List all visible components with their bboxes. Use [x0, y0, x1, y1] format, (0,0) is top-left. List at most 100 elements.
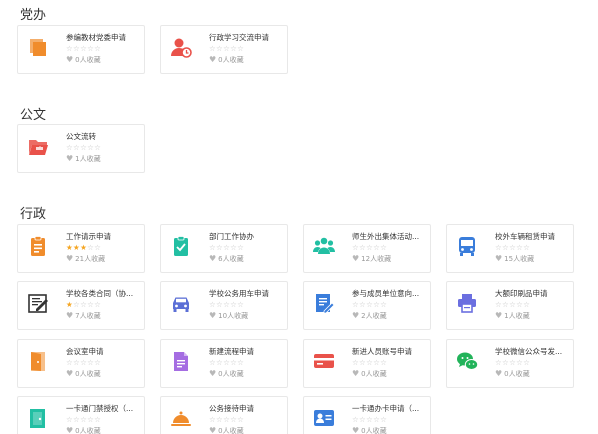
star-rating[interactable]: ★★★☆☆ — [66, 243, 101, 252]
heart-icon[interactable]: ♥ — [66, 154, 73, 163]
star-icon[interactable]: ☆ — [523, 300, 530, 309]
star-icon[interactable]: ☆ — [523, 243, 530, 252]
star-icon[interactable]: ☆ — [359, 358, 366, 367]
favorite-count[interactable]: ♥ 1人收藏 — [66, 154, 101, 164]
heart-icon[interactable]: ♥ — [352, 311, 359, 320]
star-rating[interactable]: ☆☆☆☆☆ — [352, 300, 387, 309]
star-rating[interactable]: ☆☆☆☆☆ — [495, 358, 530, 367]
star-icon[interactable]: ☆ — [73, 44, 80, 53]
star-icon[interactable]: ☆ — [216, 358, 223, 367]
star-icon[interactable]: ☆ — [502, 300, 509, 309]
star-icon[interactable]: ☆ — [216, 300, 223, 309]
star-icon[interactable]: ☆ — [359, 243, 366, 252]
star-rating[interactable]: ☆☆☆☆☆ — [209, 243, 244, 252]
star-icon[interactable]: ☆ — [216, 44, 223, 53]
star-icon[interactable]: ☆ — [94, 300, 101, 309]
star-icon[interactable]: ☆ — [73, 415, 80, 424]
star-rating[interactable]: ☆☆☆☆☆ — [66, 143, 101, 152]
star-icon[interactable]: ☆ — [66, 358, 73, 367]
star-icon[interactable]: ☆ — [495, 300, 502, 309]
heart-icon[interactable]: ♥ — [209, 55, 216, 64]
app-card[interactable]: 新进人员账号申请 ☆☆☆☆☆ ♥ 0人收藏 — [303, 339, 431, 388]
star-icon[interactable]: ☆ — [73, 358, 80, 367]
favorite-count[interactable]: ♥ 0人收藏 — [66, 369, 101, 379]
heart-icon[interactable]: ♥ — [352, 426, 359, 434]
favorite-count[interactable]: ♥ 0人收藏 — [209, 369, 244, 379]
star-icon[interactable]: ☆ — [380, 243, 387, 252]
favorite-count[interactable]: ♥ 0人收藏 — [66, 55, 101, 65]
app-card[interactable]: 部门工作协办 ☆☆☆☆☆ ♥ 6人收藏 — [160, 224, 288, 273]
favorite-count[interactable]: ♥ 0人收藏 — [66, 426, 101, 434]
app-card[interactable]: 参编教材党委申请 ☆☆☆☆☆ ♥ 0人收藏 — [17, 25, 145, 74]
star-icon[interactable]: ☆ — [94, 44, 101, 53]
heart-icon[interactable]: ♥ — [209, 426, 216, 434]
app-card[interactable]: 校外车辆租赁申请 ☆☆☆☆☆ ♥ 15人收藏 — [446, 224, 574, 273]
star-icon[interactable]: ☆ — [237, 44, 244, 53]
heart-icon[interactable]: ♥ — [66, 369, 73, 378]
star-rating[interactable]: ★☆☆☆☆ — [66, 300, 101, 309]
favorite-count[interactable]: ♥ 2人收藏 — [352, 311, 387, 321]
favorite-count[interactable]: ♥ 0人收藏 — [495, 369, 530, 379]
star-icon[interactable]: ☆ — [237, 300, 244, 309]
star-icon[interactable]: ☆ — [237, 415, 244, 424]
heart-icon[interactable]: ♥ — [352, 369, 359, 378]
app-card[interactable]: 新建流程申请 ☆☆☆☆☆ ♥ 0人收藏 — [160, 339, 288, 388]
favorite-count[interactable]: ♥ 7人收藏 — [66, 311, 101, 321]
star-icon[interactable]: ☆ — [209, 44, 216, 53]
star-icon[interactable]: ☆ — [352, 300, 359, 309]
heart-icon[interactable]: ♥ — [209, 311, 216, 320]
heart-icon[interactable]: ♥ — [495, 311, 502, 320]
app-card[interactable]: 一卡通门禁授权（... ☆☆☆☆☆ ♥ 0人收藏 — [17, 396, 145, 434]
star-icon[interactable]: ☆ — [216, 415, 223, 424]
app-card[interactable]: 公文流转 ☆☆☆☆☆ ♥ 1人收藏 — [17, 124, 145, 173]
app-card[interactable]: 会议室申请 ☆☆☆☆☆ ♥ 0人收藏 — [17, 339, 145, 388]
app-card[interactable]: 学校微信公众号发... ☆☆☆☆☆ ♥ 0人收藏 — [446, 339, 574, 388]
star-icon[interactable]: ☆ — [66, 44, 73, 53]
star-icon[interactable]: ☆ — [66, 415, 73, 424]
favorite-count[interactable]: ♥ 6人收藏 — [209, 254, 244, 264]
favorite-count[interactable]: ♥ 0人收藏 — [352, 426, 387, 434]
star-rating[interactable]: ☆☆☆☆☆ — [495, 300, 530, 309]
star-icon[interactable]: ☆ — [209, 415, 216, 424]
heart-icon[interactable]: ♥ — [66, 254, 73, 263]
app-card[interactable]: 工作请示申请 ★★★☆☆ ♥ 21人收藏 — [17, 224, 145, 273]
favorite-count[interactable]: ♥ 21人收藏 — [66, 254, 105, 264]
app-card[interactable]: 行政学习交流申请 ☆☆☆☆☆ ♥ 0人收藏 — [160, 25, 288, 74]
star-icon[interactable]: ☆ — [94, 243, 101, 252]
star-icon[interactable]: ☆ — [209, 358, 216, 367]
star-icon[interactable]: ☆ — [94, 358, 101, 367]
star-rating[interactable]: ☆☆☆☆☆ — [352, 243, 387, 252]
heart-icon[interactable]: ♥ — [66, 55, 73, 64]
app-card[interactable]: 一卡通办卡申请（... ☆☆☆☆☆ ♥ 0人收藏 — [303, 396, 431, 434]
star-icon[interactable]: ☆ — [237, 358, 244, 367]
star-rating[interactable]: ☆☆☆☆☆ — [209, 300, 244, 309]
heart-icon[interactable]: ♥ — [495, 369, 502, 378]
star-icon[interactable]: ☆ — [94, 415, 101, 424]
star-rating[interactable]: ☆☆☆☆☆ — [209, 44, 244, 53]
star-icon[interactable]: ☆ — [495, 358, 502, 367]
favorite-count[interactable]: ♥ 0人收藏 — [209, 426, 244, 434]
app-card[interactable]: 学校各类合同（协... ★☆☆☆☆ ♥ 7人收藏 — [17, 281, 145, 330]
star-icon[interactable]: ★ — [73, 243, 80, 252]
app-card[interactable]: 学校公务用车申请 ☆☆☆☆☆ ♥ 10人收藏 — [160, 281, 288, 330]
star-icon[interactable]: ☆ — [66, 143, 73, 152]
star-icon[interactable]: ☆ — [523, 358, 530, 367]
heart-icon[interactable]: ♥ — [209, 369, 216, 378]
star-icon[interactable]: ★ — [66, 300, 73, 309]
star-icon[interactable]: ☆ — [73, 143, 80, 152]
star-rating[interactable]: ☆☆☆☆☆ — [66, 415, 101, 424]
star-icon[interactable]: ☆ — [380, 415, 387, 424]
star-icon[interactable]: ☆ — [502, 243, 509, 252]
favorite-count[interactable]: ♥ 0人收藏 — [352, 369, 387, 379]
heart-icon[interactable]: ♥ — [352, 254, 359, 263]
star-icon[interactable]: ☆ — [359, 415, 366, 424]
star-rating[interactable]: ☆☆☆☆☆ — [66, 44, 101, 53]
star-rating[interactable]: ☆☆☆☆☆ — [495, 243, 530, 252]
star-icon[interactable]: ☆ — [94, 143, 101, 152]
heart-icon[interactable]: ♥ — [495, 254, 502, 263]
star-icon[interactable]: ☆ — [73, 300, 80, 309]
favorite-count[interactable]: ♥ 10人收藏 — [209, 311, 248, 321]
favorite-count[interactable]: ♥ 0人收藏 — [209, 55, 244, 65]
star-icon[interactable]: ☆ — [502, 358, 509, 367]
favorite-count[interactable]: ♥ 12人收藏 — [352, 254, 391, 264]
